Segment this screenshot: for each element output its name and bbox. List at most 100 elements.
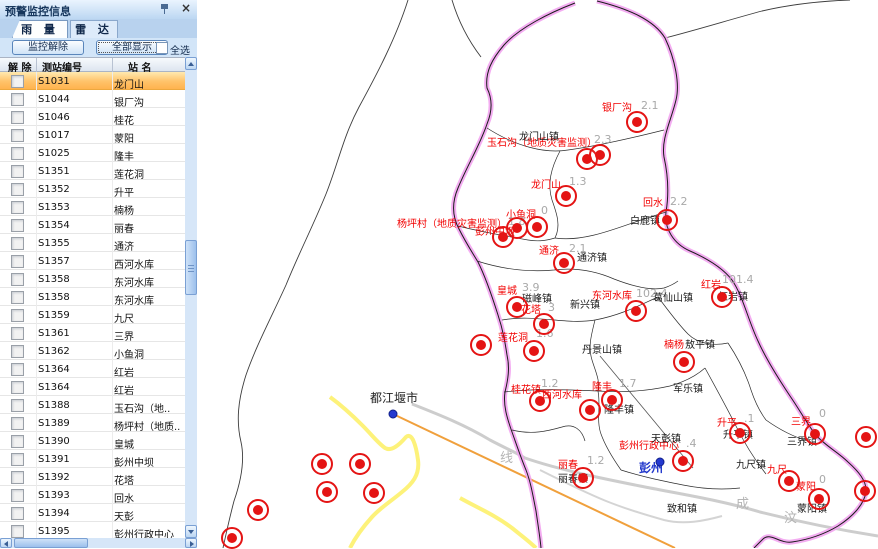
station-marker-icon[interactable] — [672, 450, 694, 472]
row-checkbox[interactable] — [11, 165, 24, 178]
table-row[interactable]: S1362小鱼洞 — [0, 342, 185, 360]
row-checkbox[interactable] — [11, 363, 24, 376]
vertical-scroll-thumb[interactable] — [185, 240, 197, 295]
station-marker-icon[interactable] — [553, 252, 575, 274]
tab-rainfall[interactable]: 雨 量 — [12, 20, 68, 38]
scroll-down-button[interactable] — [185, 525, 197, 538]
map-station-label[interactable]: 莲花洞 — [498, 334, 528, 344]
station-marker-icon[interactable] — [601, 389, 623, 411]
station-marker-icon[interactable] — [808, 488, 830, 510]
table-row[interactable]: S1358东河水库 — [0, 288, 185, 306]
station-marker-icon[interactable] — [349, 453, 371, 475]
row-checkbox[interactable] — [11, 435, 24, 448]
row-checkbox[interactable] — [11, 237, 24, 250]
table-row[interactable]: S1358东河水库 — [0, 270, 185, 288]
station-marker-icon[interactable] — [579, 399, 601, 421]
row-checkbox[interactable] — [11, 309, 24, 322]
row-checkbox[interactable] — [11, 219, 24, 232]
row-checkbox[interactable] — [11, 129, 24, 142]
row-checkbox[interactable] — [11, 111, 24, 124]
table-row[interactable]: S1046桂花 — [0, 108, 185, 126]
scroll-up-button[interactable] — [185, 57, 197, 70]
table-row[interactable]: S1352升平 — [0, 180, 185, 198]
station-marker-icon[interactable] — [523, 340, 545, 362]
station-marker-icon[interactable] — [673, 351, 695, 373]
row-checkbox[interactable] — [11, 381, 24, 394]
pin-icon[interactable] — [159, 3, 171, 15]
table-row[interactable]: S1031龙门山 — [0, 72, 185, 90]
station-marker-icon[interactable] — [221, 527, 243, 549]
table-row[interactable]: S1355通济 — [0, 234, 185, 252]
station-marker-icon[interactable] — [729, 422, 751, 444]
station-marker-icon[interactable] — [854, 480, 876, 502]
select-all-box[interactable] — [156, 42, 168, 54]
table-row[interactable]: S1044银厂沟 — [0, 90, 185, 108]
table-row[interactable]: S1364红岩 — [0, 360, 185, 378]
station-marker-icon[interactable] — [711, 286, 733, 308]
table-row[interactable]: S1017蒙阳 — [0, 126, 185, 144]
table-row[interactable]: S1357西河水库 — [0, 252, 185, 270]
table-row[interactable]: S1353楠杨 — [0, 198, 185, 216]
station-marker-icon[interactable] — [311, 453, 333, 475]
row-checkbox[interactable] — [11, 489, 24, 502]
row-checkbox[interactable] — [11, 507, 24, 520]
row-checkbox[interactable] — [11, 147, 24, 160]
map-station-label[interactable]: 银厂沟 — [602, 104, 632, 114]
row-checkbox[interactable] — [11, 525, 24, 538]
station-marker-icon[interactable] — [533, 313, 555, 335]
station-marker-icon[interactable] — [855, 426, 877, 448]
row-checkbox[interactable] — [11, 201, 24, 214]
station-marker-icon[interactable] — [626, 111, 648, 133]
close-icon[interactable]: × — [181, 1, 191, 15]
row-checkbox[interactable] — [11, 255, 24, 268]
table-row[interactable]: S1354丽春 — [0, 216, 185, 234]
row-checkbox[interactable] — [11, 93, 24, 106]
map-station-label[interactable]: 回水 — [643, 199, 663, 209]
map-station-label[interactable]: 楠杨 — [664, 341, 684, 351]
station-marker-icon[interactable] — [247, 499, 269, 521]
station-marker-icon[interactable] — [656, 209, 678, 231]
table-row[interactable]: S1390皇城 — [0, 432, 185, 450]
release-monitoring-button[interactable]: 监控解除 — [12, 40, 84, 55]
table-row[interactable]: S1388玉石沟（地.. — [0, 396, 185, 414]
select-all-checkbox[interactable]: 全选 — [156, 42, 196, 55]
row-checkbox[interactable] — [11, 417, 24, 430]
scroll-right-button[interactable] — [185, 538, 197, 548]
table-row[interactable]: S1393回水 — [0, 486, 185, 504]
station-marker-icon[interactable] — [526, 216, 548, 238]
horizontal-scroll-thumb[interactable] — [14, 538, 88, 548]
station-marker-icon[interactable] — [506, 296, 528, 318]
vertical-scrollbar[interactable] — [185, 57, 197, 538]
station-marker-icon[interactable] — [778, 470, 800, 492]
row-checkbox[interactable] — [11, 273, 24, 286]
table-row[interactable]: S1025隆丰 — [0, 144, 185, 162]
table-row[interactable]: S1392花塔 — [0, 468, 185, 486]
station-marker-icon[interactable] — [555, 185, 577, 207]
scroll-left-button[interactable] — [0, 538, 12, 548]
row-checkbox[interactable] — [11, 75, 24, 88]
station-marker-icon[interactable] — [589, 144, 611, 166]
station-marker-icon[interactable] — [316, 481, 338, 503]
horizontal-scrollbar[interactable] — [0, 538, 197, 548]
tab-radar[interactable]: 雷 达 — [70, 20, 118, 38]
table-row[interactable]: S1395彭州行政中心 — [0, 522, 185, 538]
station-marker-icon[interactable] — [625, 300, 647, 322]
station-marker-icon[interactable] — [804, 423, 826, 445]
row-checkbox[interactable] — [11, 327, 24, 340]
table-row[interactable]: S1359九尺 — [0, 306, 185, 324]
table-row[interactable]: S1389杨坪村（地质.. — [0, 414, 185, 432]
station-marker-icon[interactable] — [529, 390, 551, 412]
row-checkbox[interactable] — [11, 291, 24, 304]
station-marker-icon[interactable] — [506, 217, 528, 239]
row-checkbox[interactable] — [11, 345, 24, 358]
table-row[interactable]: S1361三界 — [0, 324, 185, 342]
table-row[interactable]: S1394天彭 — [0, 504, 185, 522]
station-marker-icon[interactable] — [572, 467, 594, 489]
station-marker-icon[interactable] — [470, 334, 492, 356]
row-checkbox[interactable] — [11, 399, 24, 412]
row-checkbox[interactable] — [11, 183, 24, 196]
row-checkbox[interactable] — [11, 453, 24, 466]
table-row[interactable]: S1351莲花洞 — [0, 162, 185, 180]
table-row[interactable]: S1364红岩 — [0, 378, 185, 396]
table-row[interactable]: S1391彭州中坝 — [0, 450, 185, 468]
